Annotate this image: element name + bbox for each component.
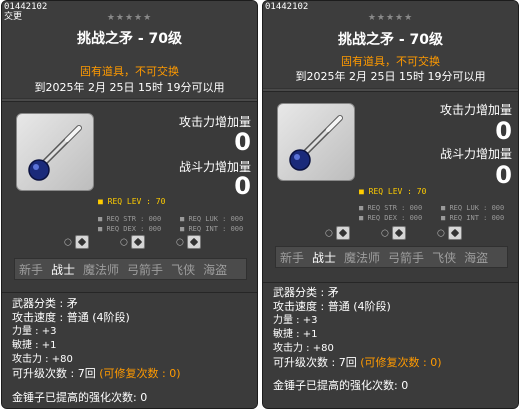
lightning-icon: ○ [437, 226, 462, 240]
attack-bonus: 攻击力 : +80 [273, 343, 334, 354]
job-beginner: 新手 [280, 250, 305, 265]
expiry-date: 到2025年 2月 25日 15时 19分可以用 [295, 70, 486, 83]
element-icons: ○ ○ ○ [325, 226, 485, 242]
job-pirate: 海盗 [464, 250, 489, 265]
job-magician: 魔法师 [83, 262, 120, 277]
fire-icon: ○ [325, 226, 350, 240]
repair-count: (可修复次数 : 0) [360, 356, 442, 369]
job-magician: 魔法师 [344, 250, 381, 265]
req-row-2: ■ REQ DEX : 000 ■ REQ INT : 000 [98, 225, 243, 233]
req-luk-text: REQ LUK : 000 [188, 215, 244, 223]
power-increase-value: 0 [495, 161, 512, 189]
weapon-type: 武器分类 : 矛 [12, 297, 78, 310]
req-level-text: REQ LEV : 70 [368, 187, 427, 196]
repair-count: (可修复次数 : 0) [99, 367, 181, 380]
attack-increase-value: 0 [234, 128, 251, 156]
req-dex-text: REQ DEX : 000 [367, 214, 423, 222]
attack-increase-value: 0 [495, 117, 512, 145]
dex-bonus: 敏捷 : +1 [12, 340, 57, 351]
attack-speed: 攻击速度 : 普通 (4阶段) [12, 311, 130, 324]
req-str: ■ REQ STR : 000 [359, 204, 423, 212]
upgrade-slots-text: 可升级次数 : 7回 [12, 367, 96, 380]
req-level: ■ REQ LEV : 70 [98, 197, 166, 206]
upgrade-slots: 可升级次数 : 7回 (可修复次数 : 0) [273, 356, 514, 370]
spear-orb-icon [289, 115, 343, 171]
job-thief: 飞侠 [171, 262, 196, 277]
req-row-2: ■ REQ DEX : 000 ■ REQ INT : 000 [359, 214, 504, 222]
fire-icon: ○ [64, 235, 89, 249]
attack-increase-label: 攻击力增加量 [439, 103, 512, 117]
job-archer: 弓箭手 [127, 262, 164, 277]
item-icon-frame [16, 113, 94, 191]
job-archer: 弓箭手 [388, 250, 425, 265]
job-warrior: 战士 [312, 250, 337, 265]
element-icons: ○ ○ ○ [64, 235, 224, 251]
tradeable-notice: 固有道具，不可交换 [341, 55, 440, 68]
item-id: 01442102 [4, 2, 48, 12]
item-icon-frame [277, 103, 355, 181]
req-int-text: REQ INT : 000 [449, 214, 505, 222]
job-pirate: 海盗 [203, 262, 228, 277]
weapon-type: 武器分类 : 矛 [273, 286, 339, 299]
req-dex: ■ REQ DEX : 000 [98, 225, 162, 233]
str-bonus: 力量 : +3 [12, 326, 57, 337]
item-properties: 武器分类 : 矛 攻击速度 : 普通 (4阶段) 力量 : +3 敏捷 : +1… [273, 286, 514, 370]
req-str: ■ REQ STR : 000 [98, 215, 162, 223]
hammer-upgrades: 金锤子已提高的强化次数: 0 [273, 379, 409, 392]
req-int: ■ REQ INT : 000 [441, 214, 505, 222]
dex-bonus: 敏捷 : +1 [273, 329, 318, 340]
item-properties: 武器分类 : 矛 攻击速度 : 普通 (4阶段) 力量 : +3 敏捷 : +1… [12, 297, 253, 381]
req-int: ■ REQ INT : 000 [180, 225, 244, 233]
item-title: 挑战之矛 - 70级 [337, 32, 444, 48]
req-level-text: REQ LEV : 70 [107, 197, 166, 206]
job-list: 新手 战士 魔法师 弓箭手 飞侠 海盗 [14, 258, 247, 280]
item-tooltip-left: 01442102 交更 ★★★★★ 挑战之矛 - 70级 固有道具，不可交换 到… [1, 0, 258, 409]
attack-speed: 攻击速度 : 普通 (4阶段) [273, 300, 391, 313]
attack-bonus: 攻击力 : +80 [12, 354, 73, 365]
item-title: 挑战之矛 - 70级 [76, 31, 183, 47]
req-str-text: REQ STR : 000 [106, 215, 162, 223]
upgrade-slots-text: 可升级次数 : 7回 [273, 356, 357, 369]
spear-orb-icon [28, 125, 82, 181]
item-id: 01442102 [265, 2, 309, 12]
power-increase-value: 0 [234, 172, 251, 200]
ice-icon: ○ [381, 226, 406, 240]
req-str-text: REQ STR : 000 [367, 204, 423, 212]
req-luk-text: REQ LUK : 000 [449, 204, 505, 212]
power-increase-label: 战斗力增加量 [439, 147, 512, 161]
str-bonus: 力量 : +3 [273, 315, 318, 326]
job-beginner: 新手 [19, 262, 44, 277]
req-luk: ■ REQ LUK : 000 [180, 215, 244, 223]
req-dex: ■ REQ DEX : 000 [359, 214, 423, 222]
req-int-text: REQ INT : 000 [188, 225, 244, 233]
job-list: 新手 战士 魔法师 弓箭手 飞侠 海盗 [275, 246, 508, 268]
job-warrior: 战士 [51, 262, 76, 277]
req-dex-text: REQ DEX : 000 [106, 225, 162, 233]
job-thief: 飞侠 [432, 250, 457, 265]
expiry-date: 到2025年 2月 25日 15时 19分可以用 [34, 81, 225, 94]
req-luk: ■ REQ LUK : 000 [441, 204, 505, 212]
hammer-upgrades: 金锤子已提高的强化次数: 0 [12, 391, 148, 404]
req-row-1: ■ REQ STR : 000 ■ REQ LUK : 000 [359, 204, 504, 212]
lightning-icon: ○ [176, 235, 201, 249]
tradeable-notice: 固有道具，不可交换 [80, 65, 179, 78]
star-rating: ★★★★★ [106, 13, 153, 23]
ice-icon: ○ [120, 235, 145, 249]
req-level: ■ REQ LEV : 70 [359, 187, 427, 196]
upgrade-slots: 可升级次数 : 7回 (可修复次数 : 0) [12, 367, 253, 381]
req-row-1: ■ REQ STR : 000 ■ REQ LUK : 000 [98, 215, 243, 223]
star-rating: ★★★★★ [367, 13, 414, 23]
item-tooltip-right: 01442102 ★★★★★ 挑战之矛 - 70级 固有道具，不可交换 到202… [262, 0, 519, 409]
